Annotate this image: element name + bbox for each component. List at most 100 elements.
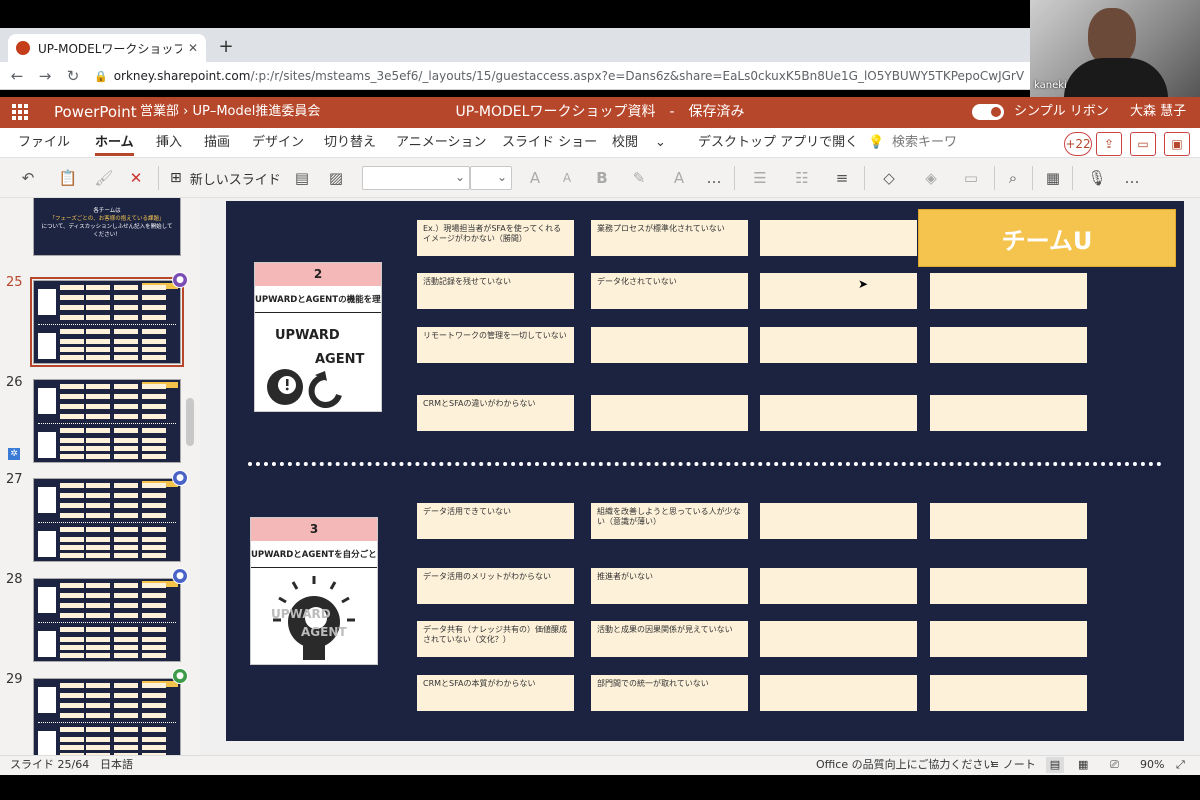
tab-slideshow[interactable]: スライド ショー: [502, 128, 597, 158]
shrink-font-icon[interactable]: A: [556, 166, 578, 190]
sticky-note-empty[interactable]: [930, 621, 1087, 657]
sticky-note[interactable]: CRMとSFAの違いがわからない: [417, 395, 574, 431]
language[interactable]: 日本語: [100, 757, 133, 773]
sticky-note[interactable]: 活動と成果の因果関係が見えていない: [591, 621, 748, 657]
open-desktop-app[interactable]: デスクトップ アプリで開く: [698, 128, 858, 158]
delete-icon[interactable]: ✕: [124, 166, 148, 190]
section-card-3[interactable]: 3 UPWARDとAGENTを自分ごと化 UPWARD AGENT: [250, 517, 378, 665]
more-options-icon[interactable]: …: [702, 166, 726, 190]
sticky-note[interactable]: 部門間での統一が取れていない: [591, 675, 748, 711]
highlight-icon[interactable]: ✎: [624, 166, 654, 190]
sticky-note[interactable]: 業務プロセスが標準化されていない: [591, 220, 748, 256]
feedback-link[interactable]: Office の品質向上にご協力ください: [816, 757, 994, 773]
back-icon[interactable]: ←: [4, 62, 30, 90]
slide-sorter-icon[interactable]: ▦: [1078, 757, 1088, 773]
comment-icon[interactable]: ▭: [1130, 132, 1156, 156]
shape-fill-icon[interactable]: ◈: [914, 166, 948, 190]
dictate-mic-icon[interactable]: 🎙: [1080, 166, 1114, 190]
sticky-note-empty[interactable]: [760, 503, 917, 539]
shapes-icon[interactable]: ◇: [872, 166, 906, 190]
paste-icon[interactable]: 📋: [52, 166, 84, 190]
sticky-note-empty[interactable]: [760, 220, 917, 256]
coauthor-avatar[interactable]: ●: [172, 668, 188, 684]
tab-transitions[interactable]: 切り替え: [324, 128, 376, 158]
layout-icon[interactable]: ▤: [290, 166, 314, 190]
tab-design[interactable]: デザイン: [252, 128, 304, 158]
forward-icon[interactable]: →: [32, 62, 58, 90]
undo-icon[interactable]: ↶: [12, 166, 44, 190]
sticky-note-empty[interactable]: [930, 568, 1087, 604]
bold-icon[interactable]: B: [592, 166, 612, 190]
tab-draw[interactable]: 描画: [204, 128, 230, 158]
format-painter-icon[interactable]: 🖌: [92, 166, 116, 190]
slide-thumbnail-27[interactable]: [33, 478, 181, 562]
font-size-select[interactable]: ⌄: [470, 166, 512, 190]
team-label[interactable]: チームU: [918, 209, 1176, 267]
app-name[interactable]: PowerPoint: [54, 99, 137, 125]
bullets-icon[interactable]: ☰: [744, 166, 776, 190]
slide-thumbnail-28[interactable]: [33, 578, 181, 662]
tab-insert[interactable]: 挿入: [156, 128, 182, 158]
coauthors-badge[interactable]: +22: [1064, 132, 1092, 156]
section-card-2[interactable]: 2 UPWARDとAGENTの機能を理解 UPWARD AGENT: [254, 262, 382, 412]
sticky-note[interactable]: CRMとSFAの本質がわからない: [417, 675, 574, 711]
tab-review[interactable]: 校閲: [612, 128, 638, 158]
share-icon[interactable]: ⇪: [1096, 132, 1122, 156]
user-name[interactable]: 大森 慧子: [1130, 99, 1186, 125]
designer-icon[interactable]: ▦: [1040, 166, 1066, 190]
more-options-icon[interactable]: …: [1120, 166, 1144, 190]
background-icon[interactable]: ▨: [324, 166, 348, 190]
sticky-note[interactable]: データ共有（ナレッジ共有の）価値醸成されていない（文化？）: [417, 621, 574, 657]
slide-thumbnail-24[interactable]: 各チームは 「フェーズごとの、お客様の抱えている課題」 について、ディスカッショ…: [33, 198, 181, 256]
present-icon[interactable]: ▣: [1164, 132, 1190, 156]
close-tab-icon[interactable]: ✕: [188, 41, 198, 55]
normal-view-icon[interactable]: ▤: [1046, 757, 1064, 773]
sticky-note-empty[interactable]: [760, 675, 917, 711]
sticky-note-empty[interactable]: [930, 327, 1087, 363]
find-icon[interactable]: ⌕: [1000, 166, 1026, 190]
sticky-note-empty[interactable]: [930, 273, 1087, 309]
search-keyword-input[interactable]: 検索キーワ: [892, 128, 957, 158]
sticky-note-empty[interactable]: [760, 568, 917, 604]
sticky-note[interactable]: [591, 327, 748, 363]
new-tab-button[interactable]: +: [214, 34, 238, 58]
zoom-level[interactable]: 90%: [1140, 757, 1164, 773]
browser-tab[interactable]: UP-MODELワークショップ資料.p ✕: [8, 34, 206, 62]
url-input[interactable]: 🔒 orkney.sharepoint.com /:p:/r/sites/mst…: [94, 66, 1024, 86]
coauthor-avatar[interactable]: ●: [172, 568, 188, 584]
sticky-note[interactable]: リモートワークの管理を一切していない: [417, 327, 574, 363]
sticky-note-empty[interactable]: [760, 327, 917, 363]
sticky-note-empty[interactable]: [760, 621, 917, 657]
sticky-note-empty[interactable]: [760, 273, 917, 309]
sticky-note-empty[interactable]: [760, 395, 917, 431]
simple-ribbon-toggle[interactable]: [972, 104, 1004, 120]
sticky-note[interactable]: データ活用できていない: [417, 503, 574, 539]
sticky-note[interactable]: [591, 395, 748, 431]
coauthor-avatar[interactable]: ●: [172, 470, 188, 486]
align-icon[interactable]: ≡: [826, 166, 858, 190]
slide-canvas[interactable]: チームU 2 UPWARDとAGENTの機能を理解 UPWARD AGENT 3…: [226, 201, 1184, 741]
sticky-note[interactable]: データ化されていない: [591, 273, 748, 309]
pane-scrollbar[interactable]: [186, 398, 194, 446]
sticky-note-empty[interactable]: [930, 395, 1087, 431]
slide-thumbnail-26[interactable]: [33, 379, 181, 463]
notes-button[interactable]: ≡ ノート: [990, 757, 1036, 773]
slide-thumbnail-29[interactable]: [33, 678, 181, 755]
sticky-note[interactable]: Ex.）現場担当者がSFAを使ってくれるイメージがわかない（勝間）: [417, 220, 574, 256]
sticky-note[interactable]: 活動記録を残せていない: [417, 273, 574, 309]
sticky-note-empty[interactable]: [930, 503, 1087, 539]
coauthor-avatar[interactable]: ●: [172, 272, 188, 288]
new-slide-button[interactable]: ⊞ 新しいスライド: [170, 166, 281, 190]
numbering-icon[interactable]: ☷: [786, 166, 818, 190]
tab-home[interactable]: ホーム: [95, 128, 134, 158]
breadcrumb[interactable]: 営業部 › UP–Model推進委員会: [140, 99, 320, 125]
font-color-icon[interactable]: A: [664, 166, 694, 190]
shape-outline-icon[interactable]: ▭: [954, 166, 988, 190]
font-name-select[interactable]: ⌄: [362, 166, 470, 190]
reading-view-icon[interactable]: ⎚: [1110, 757, 1119, 773]
sticky-note[interactable]: データ活用のメリットがわからない: [417, 568, 574, 604]
sticky-note-empty[interactable]: [930, 675, 1087, 711]
tab-file[interactable]: ファイル: [18, 128, 70, 158]
app-launcher-icon[interactable]: [12, 104, 28, 120]
grow-font-icon[interactable]: A: [524, 166, 546, 190]
